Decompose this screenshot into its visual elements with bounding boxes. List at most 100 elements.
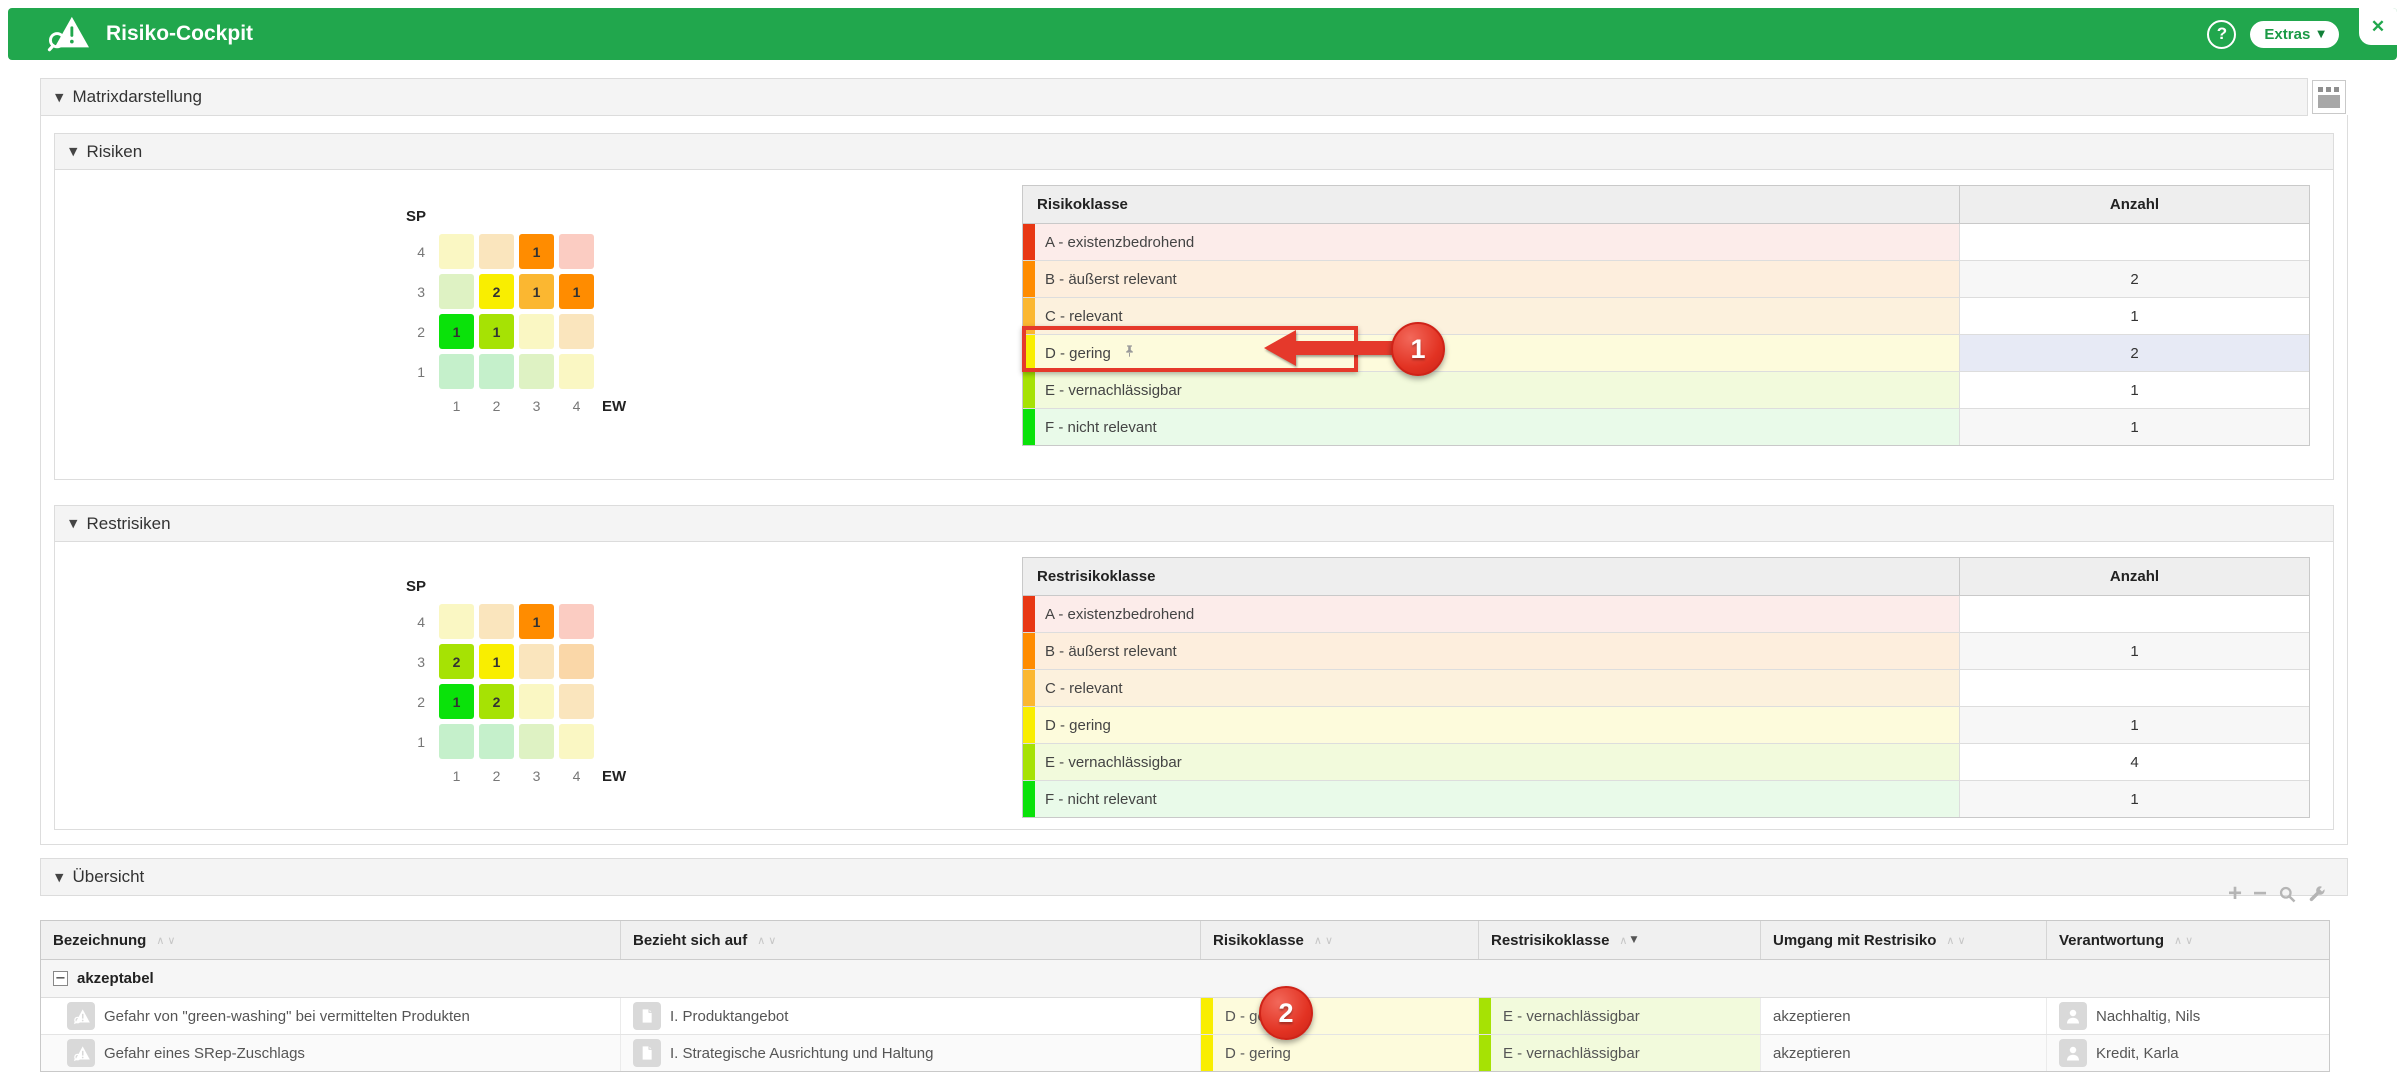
column-header-risikoklasse[interactable]: Risikoklasse∧∨ xyxy=(1201,921,1479,959)
matrix-cell-ew3-sp1[interactable] xyxy=(519,724,554,759)
matrix-cell-ew4-sp2[interactable] xyxy=(559,314,594,349)
risk-class-count: 1 xyxy=(1959,298,2309,334)
extras-button[interactable]: Extras ▼ xyxy=(2250,21,2339,48)
cell-bezieht-sich-auf: I. Produktangebot xyxy=(621,998,1201,1034)
class-color-bar xyxy=(1201,998,1213,1034)
risk-class-label: F - nicht relevant xyxy=(1035,781,1959,817)
column-header-umgang-mit-restrisiko[interactable]: Umgang mit Restrisiko∧∨ xyxy=(1761,921,2047,959)
column-header-bezieht-sich-auf[interactable]: Bezieht sich auf∧∨ xyxy=(621,921,1201,959)
table-view-icon[interactable] xyxy=(2312,80,2346,114)
matrix-cell-ew2-sp1[interactable] xyxy=(479,354,514,389)
matrix-cell-ew3-sp3[interactable] xyxy=(519,644,554,679)
matrix-cell-ew3-sp1[interactable] xyxy=(519,354,554,389)
matrix-cell-ew1-sp2[interactable]: 1 xyxy=(439,314,474,349)
risk-class-label: A - existenzbedrohend xyxy=(1035,596,1959,632)
matrix-cell-ew3-sp3[interactable]: 1 xyxy=(519,274,554,309)
matrix-col-label: 2 xyxy=(479,764,514,788)
matrix-cell-ew2-sp3[interactable]: 2 xyxy=(479,274,514,309)
column-header-restrisikoklasse[interactable]: Restrisikoklasse∧▼ xyxy=(1479,921,1761,959)
overview-table-row[interactable]: Gefahr von "green-washing" bei vermittel… xyxy=(41,998,2329,1035)
column-header-bezeichnung[interactable]: Bezeichnung∧∨ xyxy=(41,921,621,959)
search-icon[interactable] xyxy=(2278,885,2297,904)
collapse-group-icon[interactable]: − xyxy=(53,971,68,986)
user-avatar-icon xyxy=(2059,1039,2087,1067)
add-icon[interactable]: + xyxy=(2228,884,2242,904)
matrix-grid: 4132121211234 xyxy=(404,604,594,788)
risk-class-row-E[interactable]: E - vernachlässigbar4 xyxy=(1023,744,2309,781)
collapse-triangle-icon: ▼ xyxy=(55,871,63,884)
matrix-cell-ew3-sp2[interactable] xyxy=(519,314,554,349)
sort-icons: ∧∨ xyxy=(156,934,175,947)
matrix-cell-ew2-sp2[interactable]: 1 xyxy=(479,314,514,349)
settings-wrench-icon[interactable] xyxy=(2308,885,2326,903)
matrix-cell-ew4-sp2[interactable] xyxy=(559,684,594,719)
risk-matrix: SP 41321121111234 EW xyxy=(404,208,644,423)
risk-class-row-A[interactable]: A - existenzbedrohend xyxy=(1023,224,2309,261)
matrix-cell-ew2-sp4[interactable] xyxy=(479,234,514,269)
overview-header-row: Bezeichnung∧∨Bezieht sich auf∧∨Risikokla… xyxy=(41,921,2329,960)
matrix-cell-ew4-sp4[interactable] xyxy=(559,604,594,639)
collapse-triangle-icon: ▼ xyxy=(69,517,77,530)
matrix-cell-ew3-sp4[interactable]: 1 xyxy=(519,604,554,639)
section-header-matrixdarstellung[interactable]: ▼ Matrixdarstellung xyxy=(40,78,2308,116)
risk-class-label: E - vernachlässigbar xyxy=(1035,744,1959,780)
matrix-cell-ew1-sp4[interactable] xyxy=(439,234,474,269)
overview-table-row[interactable]: Gefahr eines SRep-Zuschlags I. Strategisc… xyxy=(41,1035,2329,1071)
risk-class-row-A[interactable]: A - existenzbedrohend xyxy=(1023,596,2309,633)
matrix-cell-ew1-sp3[interactable] xyxy=(439,274,474,309)
matrix-x-axis-label: EW xyxy=(602,394,626,418)
matrix-cell-ew4-sp1[interactable] xyxy=(559,724,594,759)
group-row-akzeptabel[interactable]: − akzeptabel xyxy=(41,960,2329,998)
risk-class-row-F[interactable]: F - nicht relevant1 xyxy=(1023,781,2309,817)
risk-class-row-B[interactable]: B - äußerst relevant2 xyxy=(1023,261,2309,298)
help-icon[interactable]: ? xyxy=(2207,20,2236,49)
overview-toolbar: + − xyxy=(2228,884,2326,904)
matrix-col-label: 4 xyxy=(559,764,594,788)
matrix-cell-ew2-sp3[interactable]: 1 xyxy=(479,644,514,679)
matrix-cell-ew2-sp4[interactable] xyxy=(479,604,514,639)
risk-class-count: 1 xyxy=(1959,633,2309,669)
class-color-bar xyxy=(1201,1035,1213,1071)
matrix-cell-ew4-sp1[interactable] xyxy=(559,354,594,389)
matrix-cell-ew3-sp4[interactable]: 1 xyxy=(519,234,554,269)
section-header-risiken[interactable]: ▼ Risiken xyxy=(54,133,2334,170)
risk-class-label: A - existenzbedrohend xyxy=(1035,224,1959,260)
matrix-col-label: 4 xyxy=(559,394,594,418)
cell-restrisikoklasse: E - vernachlässigbar xyxy=(1479,1035,1761,1071)
matrix-row-label: 1 xyxy=(404,354,434,389)
matrix-cell-ew3-sp2[interactable] xyxy=(519,684,554,719)
risk-class-label: C - relevant xyxy=(1035,670,1959,706)
column-header-verantwortung[interactable]: Verantwortung∧∨ xyxy=(2047,921,2329,959)
cell-bezieht-sich-auf: I. Strategische Ausrichtung und Haltung xyxy=(621,1035,1201,1071)
matrix-cell-ew4-sp3[interactable]: 1 xyxy=(559,274,594,309)
risk-class-row-B[interactable]: B - äußerst relevant1 xyxy=(1023,633,2309,670)
matrix-grid: 41321121111234 xyxy=(404,234,594,418)
remove-icon[interactable]: − xyxy=(2253,884,2267,904)
risk-class-count: 2 xyxy=(1959,335,2309,371)
risk-class-row-D[interactable]: D - gering1 xyxy=(1023,707,2309,744)
risk-class-row-E[interactable]: E - vernachlässigbar1 xyxy=(1023,372,2309,409)
matrix-cell-ew2-sp1[interactable] xyxy=(479,724,514,759)
section-title: Risiken xyxy=(86,142,142,162)
matrix-col-label: 3 xyxy=(519,764,554,788)
risk-class-count: 1 xyxy=(1959,707,2309,743)
matrix-row-label: 4 xyxy=(404,234,434,269)
risk-class-row-C[interactable]: C - relevant xyxy=(1023,670,2309,707)
matrix-cell-ew1-sp3[interactable]: 2 xyxy=(439,644,474,679)
cell-bezeichnung: Gefahr eines SRep-Zuschlags xyxy=(41,1035,621,1071)
risk-class-row-F[interactable]: F - nicht relevant1 xyxy=(1023,409,2309,445)
matrix-cell-ew1-sp1[interactable] xyxy=(439,354,474,389)
risk-warning-logo-icon xyxy=(46,14,92,54)
matrix-cell-ew1-sp4[interactable] xyxy=(439,604,474,639)
cell-risikoklasse: D - gering xyxy=(1201,998,1479,1034)
close-icon[interactable]: ✕ xyxy=(2359,8,2397,45)
matrix-cell-ew4-sp3[interactable] xyxy=(559,644,594,679)
matrix-cell-ew4-sp4[interactable] xyxy=(559,234,594,269)
section-header-restrisiken[interactable]: ▼ Restrisiken xyxy=(54,505,2334,542)
matrix-cell-ew1-sp1[interactable] xyxy=(439,724,474,759)
matrix-row-label: 1 xyxy=(404,724,434,759)
related-object-label: I. Strategische Ausrichtung und Haltung xyxy=(670,1045,934,1062)
matrix-cell-ew2-sp2[interactable]: 2 xyxy=(479,684,514,719)
section-header-uebersicht[interactable]: ▼ Übersicht xyxy=(40,858,2348,896)
matrix-cell-ew1-sp2[interactable]: 1 xyxy=(439,684,474,719)
